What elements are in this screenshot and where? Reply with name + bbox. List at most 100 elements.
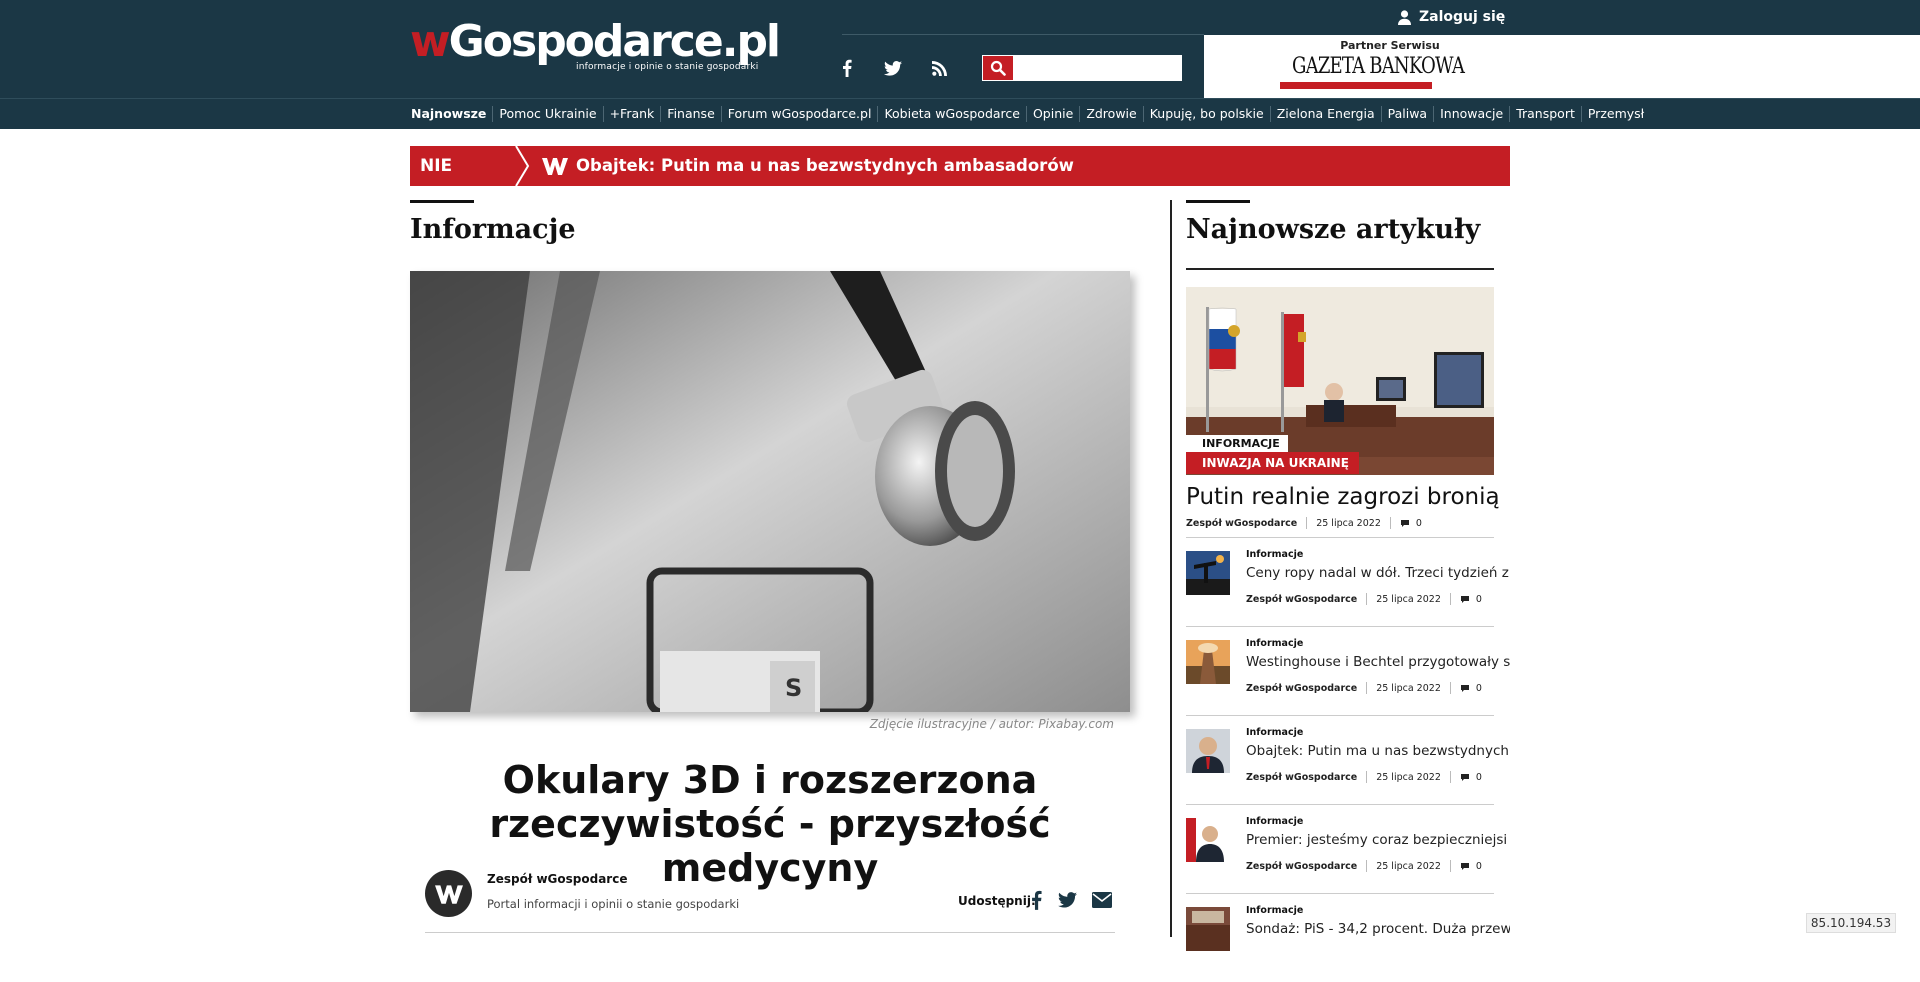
ticker-headline: Obajtek: Putin ma u nas bezwstydnych amb… bbox=[576, 156, 1074, 175]
article-thumbnail[interactable] bbox=[1186, 907, 1230, 951]
article-meta: Zespół wGospodarce 25 lipca 2022 0 bbox=[1246, 593, 1482, 605]
sidebar-article-item[interactable]: Informacje Sondaż: PiS - 34,2 procent. Du… bbox=[1186, 893, 1510, 982]
meta-author[interactable]: Zespół wGospodarce bbox=[1246, 594, 1357, 605]
section-rule bbox=[410, 200, 474, 203]
article-category[interactable]: Informacje bbox=[1246, 816, 1303, 827]
article-title[interactable]: Sondaż: PiS - 34,2 procent. Duża przewag… bbox=[1246, 921, 1510, 937]
nav-item[interactable]: Zdrowie bbox=[1080, 106, 1144, 122]
featured-topic-tag[interactable]: INWAZJA NA UKRAINĘ bbox=[1186, 452, 1359, 474]
facebook-icon[interactable] bbox=[835, 56, 859, 80]
sidebar-title: Najnowsze artykuły bbox=[1186, 214, 1481, 245]
partner-name: GAZETA BANKOWA bbox=[1292, 54, 1465, 79]
wgospodarce-w-icon bbox=[542, 158, 568, 175]
nav-item[interactable]: Zielona Energia bbox=[1271, 106, 1382, 122]
meta-comments[interactable]: 0 bbox=[1460, 683, 1482, 694]
wgospodarce-w-icon bbox=[434, 884, 463, 904]
breaking-ticker[interactable]: NIE Obajtek: Putin ma u nas bezwstydnych… bbox=[410, 146, 1510, 186]
meta-separator bbox=[1389, 517, 1391, 529]
article-title[interactable]: Premier: jesteśmy coraz bezpieczniejsi m bbox=[1246, 832, 1510, 848]
nav-item[interactable]: Opinie bbox=[1027, 106, 1081, 122]
ip-address: 85.10.194.53 bbox=[1806, 913, 1896, 933]
meta-separator bbox=[1449, 860, 1451, 872]
article-thumbnail[interactable] bbox=[1186, 551, 1230, 595]
search-box bbox=[982, 55, 1182, 81]
featured-category-tag[interactable]: INFORMACJE bbox=[1186, 435, 1288, 452]
section-title[interactable]: Informacje bbox=[410, 214, 576, 245]
comment-icon bbox=[1460, 773, 1469, 781]
share-twitter-icon[interactable] bbox=[1056, 889, 1078, 911]
main-nav: Najnowsze Pomoc Ukrainie +Frank Finanse Foru… bbox=[0, 98, 1920, 129]
article-thumbnail[interactable] bbox=[1186, 729, 1230, 773]
sidebar-article-item[interactable]: Informacje Obajtek: Putin ma u nas bezwst… bbox=[1186, 715, 1510, 804]
logo-text: Gospodarce.pl bbox=[448, 16, 781, 67]
nav-item[interactable]: +Frank bbox=[604, 106, 662, 122]
meta-author[interactable]: Zespół wGospodarce bbox=[1186, 518, 1297, 529]
nav-list: Najnowsze Pomoc Ukrainie +Frank Finanse Foru… bbox=[405, 99, 1650, 129]
logo-w: w bbox=[410, 16, 451, 67]
sidebar-article-item[interactable]: Informacje Premier: jesteśmy coraz bezpie… bbox=[1186, 804, 1510, 893]
site-logo[interactable]: wGospodarce.pl informacje i opinie o sta… bbox=[410, 16, 781, 78]
comment-count: 0 bbox=[1475, 860, 1482, 872]
meta-date: 25 lipca 2022 bbox=[1376, 593, 1441, 605]
twitter-icon[interactable] bbox=[881, 56, 905, 80]
article-category[interactable]: Informacje bbox=[1246, 549, 1303, 560]
author-name[interactable]: Zespół wGospodarce bbox=[487, 872, 627, 886]
featured-article-meta: Zespół wGospodarce 25 lipca 2022 0 bbox=[1186, 517, 1422, 529]
share-email-icon[interactable] bbox=[1091, 889, 1113, 911]
column-divider bbox=[1170, 200, 1172, 937]
nav-item[interactable]: Pomoc Ukrainie bbox=[493, 106, 604, 122]
comment-count: 0 bbox=[1475, 682, 1482, 694]
comment-icon bbox=[1400, 519, 1409, 527]
nav-item[interactable]: Forum wGospodarce.pl bbox=[722, 106, 879, 122]
meta-author[interactable]: Zespół wGospodarce bbox=[1246, 772, 1357, 783]
nav-item[interactable]: Przemysł bbox=[1582, 106, 1650, 122]
nav-item[interactable]: Najnowsze bbox=[405, 106, 494, 122]
article-title: Okulary 3D i rozszerzona rzeczywistość -… bbox=[489, 758, 1051, 890]
site-tagline: informacje i opinie o stanie gospodarki bbox=[576, 62, 759, 72]
comment-icon bbox=[1460, 862, 1469, 870]
meta-comments[interactable]: 0 bbox=[1400, 518, 1422, 529]
meta-comments[interactable]: 0 bbox=[1460, 861, 1482, 872]
meta-date: 25 lipca 2022 bbox=[1316, 517, 1381, 529]
nav-item[interactable]: Transport bbox=[1510, 106, 1582, 122]
article-meta: Zespół wGospodarce 25 lipca 2022 0 bbox=[1246, 771, 1482, 783]
share-facebook-icon[interactable] bbox=[1025, 889, 1047, 911]
nav-item[interactable]: Innowacje bbox=[1434, 106, 1511, 122]
article-title[interactable]: Westinghouse i Bechtel przygotowały stud bbox=[1246, 654, 1510, 670]
partner-banner[interactable]: Partner Serwisu GAZETA BANKOWA bbox=[1204, 35, 1920, 98]
nav-item[interactable]: Kupuję, bo polskie bbox=[1144, 106, 1271, 122]
search-icon bbox=[990, 60, 1006, 76]
rss-icon[interactable] bbox=[927, 56, 951, 80]
meta-separator bbox=[1366, 682, 1368, 694]
article-thumbnail[interactable] bbox=[1186, 640, 1230, 684]
author-avatar[interactable] bbox=[425, 870, 472, 917]
nav-item[interactable]: Paliwa bbox=[1382, 106, 1435, 122]
article-category[interactable]: Informacje bbox=[1246, 905, 1303, 916]
meta-separator bbox=[1449, 771, 1451, 783]
item-divider bbox=[1186, 893, 1494, 894]
article-title[interactable]: Obajtek: Putin ma u nas bezwstydnych am bbox=[1246, 743, 1510, 759]
nav-item[interactable]: Kobieta wGospodarce bbox=[878, 106, 1027, 122]
nav-item[interactable]: Finanse bbox=[661, 106, 722, 122]
login-link[interactable]: Zaloguj się bbox=[1398, 7, 1505, 27]
article-divider bbox=[425, 932, 1115, 933]
article-thumbnail[interactable] bbox=[1186, 818, 1230, 862]
article-title[interactable]: Ceny ropy nadal w dół. Trzeci tydzień zn… bbox=[1246, 565, 1510, 581]
search-input[interactable] bbox=[1015, 56, 1179, 80]
comment-icon bbox=[1460, 595, 1469, 603]
article-category[interactable]: Informacje bbox=[1246, 727, 1303, 738]
ticker-chevron-icon bbox=[515, 146, 530, 186]
sidebar-article-item[interactable]: Informacje Westinghouse i Bechtel przygot… bbox=[1186, 626, 1510, 715]
meta-author[interactable]: Zespół wGospodarce bbox=[1246, 861, 1357, 872]
meta-comments[interactable]: 0 bbox=[1460, 594, 1482, 605]
meta-author[interactable]: Zespół wGospodarce bbox=[1246, 683, 1357, 694]
article-category[interactable]: Informacje bbox=[1246, 638, 1303, 649]
featured-article-title[interactable]: Putin realnie zagrozi bronią bbox=[1186, 484, 1506, 510]
search-button[interactable] bbox=[983, 56, 1013, 80]
item-divider bbox=[1186, 626, 1494, 627]
comment-count: 0 bbox=[1475, 593, 1482, 605]
sidebar-article-item[interactable]: Informacje Ceny ropy nadal w dół. Trzeci … bbox=[1186, 537, 1510, 626]
partner-logo: GAZETA BANKOWA bbox=[1278, 54, 1465, 94]
comment-count: 0 bbox=[1415, 517, 1422, 529]
meta-comments[interactable]: 0 bbox=[1460, 772, 1482, 783]
